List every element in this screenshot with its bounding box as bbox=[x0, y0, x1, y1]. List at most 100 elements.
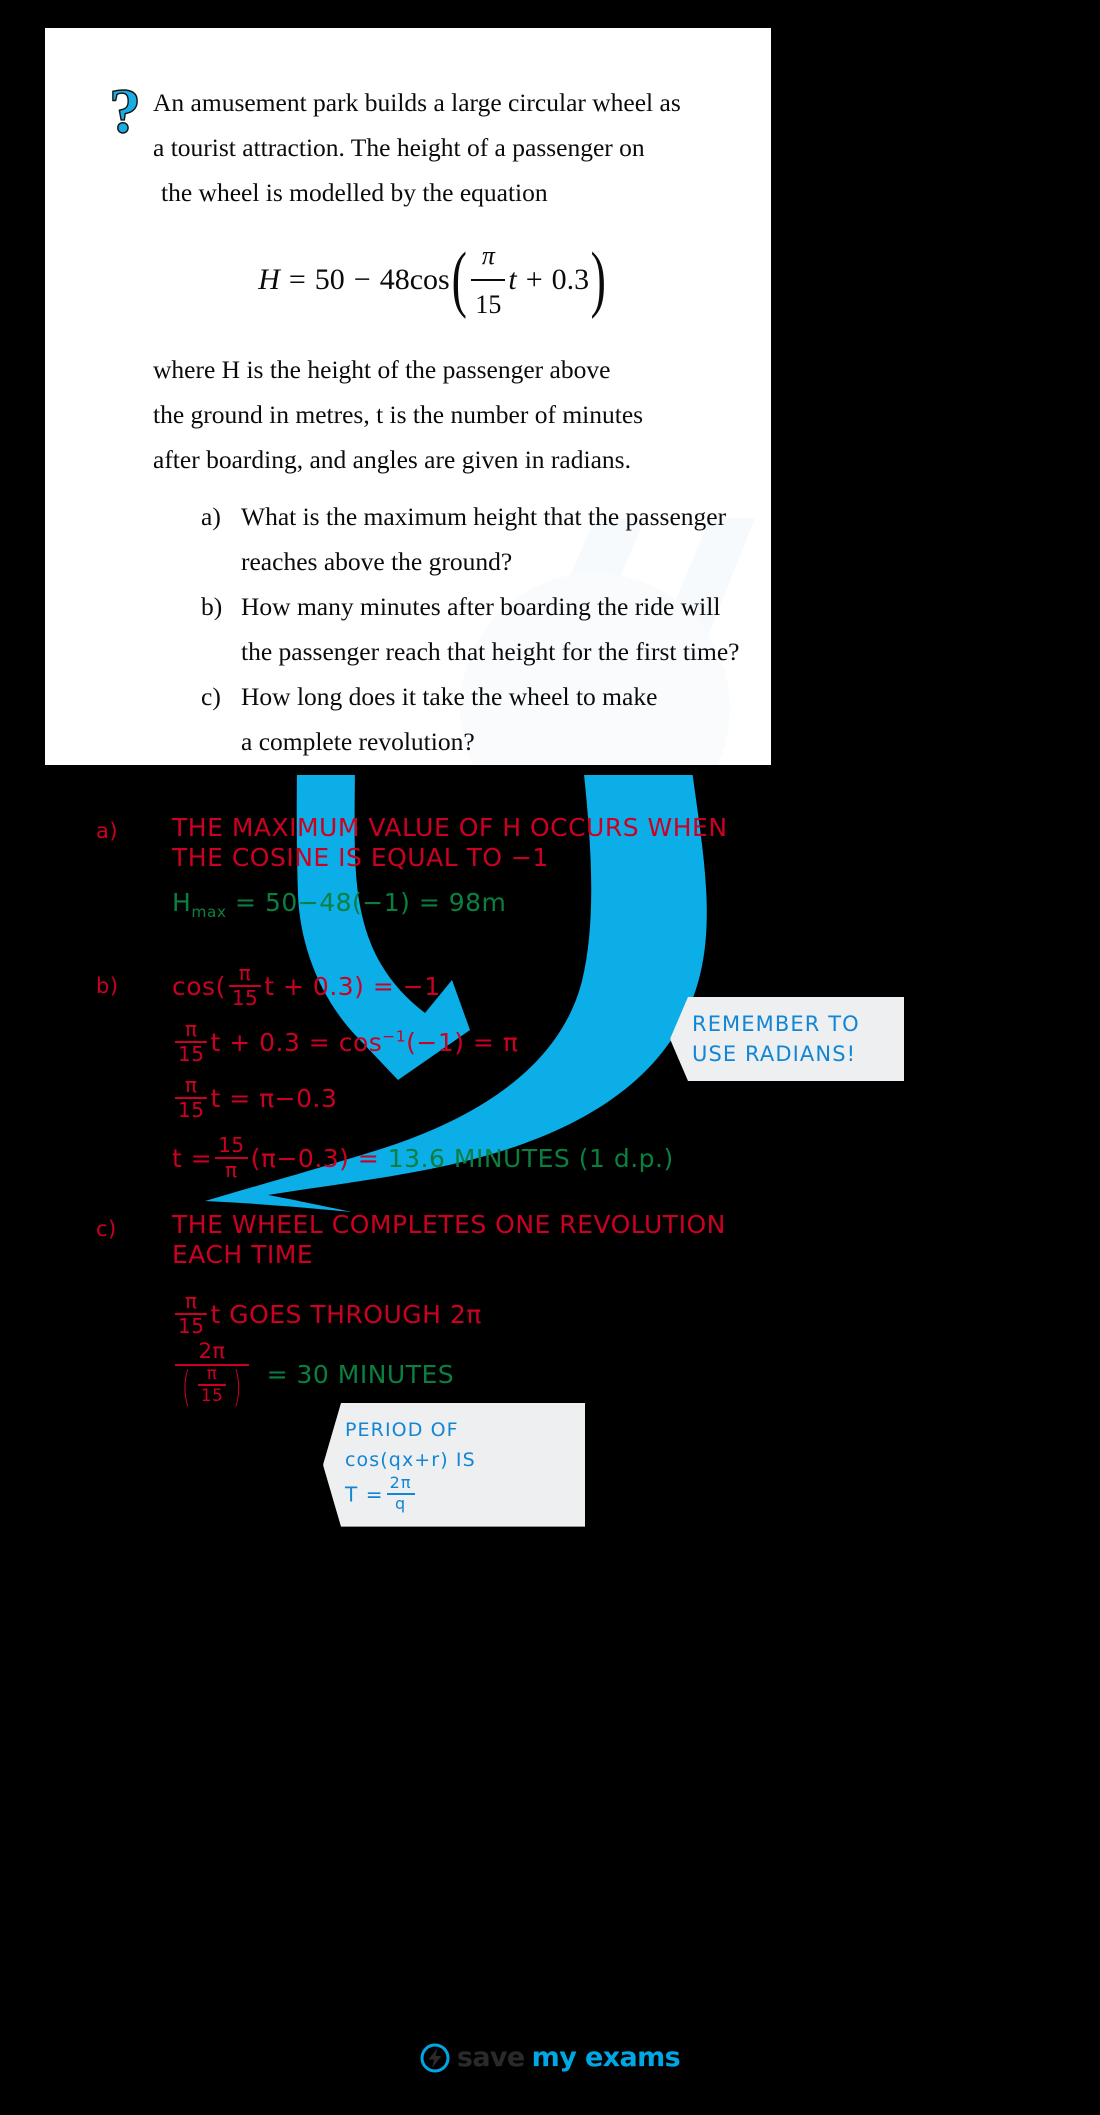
part-b-text: How many minutes after boarding the ride… bbox=[241, 584, 753, 674]
question-line-4: where H is the height of the passenger a… bbox=[153, 354, 611, 384]
part-b-label: b) bbox=[201, 591, 223, 621]
part-b-line-1: How many minutes after boarding the ride… bbox=[241, 591, 721, 621]
lightning-bolt-icon bbox=[420, 2043, 450, 2072]
part-b-line-2: the passenger reach that height for the … bbox=[241, 636, 740, 666]
equation-coeff: 48cos bbox=[379, 263, 450, 297]
question-line-5: the ground in metres, t is the number of… bbox=[153, 399, 644, 429]
part-a-text: What is the maximum height that the pass… bbox=[241, 494, 753, 584]
note-period-line-2: T = 2π q bbox=[345, 1473, 569, 1515]
equation-frac-denominator: 15 bbox=[475, 289, 502, 319]
answer-a-result-sub: max bbox=[191, 903, 227, 921]
answer-b-step-2: π 15 t + 0.3 = cos−1(−1) = π bbox=[172, 1017, 519, 1067]
answer-b-step4-post: (π−0.3) = bbox=[250, 1143, 380, 1173]
tag-hole-icon-2 bbox=[323, 1460, 324, 1470]
answer-a-result-eq: = 50−48(−1) = bbox=[235, 888, 441, 917]
question-line-1: An amusement park builds a large circula… bbox=[153, 88, 681, 117]
answer-c-label: c) bbox=[96, 1217, 117, 1241]
answer-b-step1-pre: cos( bbox=[172, 971, 226, 1001]
answer-b-step1-post: t + 0.3) = −1 bbox=[264, 971, 441, 1001]
question-line-6: after boarding, and angles are given in … bbox=[153, 444, 631, 474]
answer-a-result: Hmax = 50−48(−1) = 98m bbox=[172, 888, 506, 921]
question-part-c: c) How long does it take the wheel to ma… bbox=[201, 674, 753, 764]
question-part-a: a) What is the maximum height that the p… bbox=[201, 494, 753, 584]
part-c-text: How long does it take the wheel to make … bbox=[241, 674, 753, 764]
part-a-label: a) bbox=[201, 501, 221, 531]
equation-variable: t bbox=[508, 263, 517, 297]
answer-b-step-3: π 15 t = π−0.3 bbox=[172, 1073, 338, 1123]
answer-b-step4-fraction: 15 π bbox=[215, 1133, 248, 1181]
part-c-line-1: How long does it take the wheel to make bbox=[241, 681, 658, 711]
answer-c-step2-num: 2π bbox=[198, 1339, 226, 1363]
part-c-line-2: a complete revolution? bbox=[241, 726, 475, 756]
answer-b-step3-den: 15 bbox=[178, 1098, 205, 1123]
note-radians-line-2: USE RADIANS! bbox=[692, 1042, 857, 1066]
question-parts: a) What is the maximum height that the p… bbox=[153, 494, 753, 764]
answer-b-label: b) bbox=[96, 974, 119, 998]
answer-c-inner-fraction: π 15 bbox=[197, 1363, 227, 1406]
page-root: ? An amusement park builds a large circu… bbox=[0, 0, 1100, 2115]
answer-c-step-2: 2π ( π 15 ) = 30 MINUTES bbox=[172, 1339, 454, 1409]
equation-minus: − bbox=[353, 263, 371, 297]
answer-c-line-1: THE WHEEL COMPLETES ONE REVOLUTION bbox=[172, 1210, 726, 1239]
answer-b-step-1: cos(π 15 t + 0.3) = −1 bbox=[172, 961, 441, 1011]
logo-word-save: save bbox=[456, 2042, 525, 2073]
equation-phase: 0.3 bbox=[551, 263, 590, 297]
answer-b-step2-num: π bbox=[184, 1017, 198, 1041]
note-period: PERIOD OF cos(qx+r) IS T = 2π q bbox=[323, 1403, 585, 1527]
answer-c-step1-fraction: π 15 bbox=[175, 1291, 208, 1339]
equation-lhs: H bbox=[258, 263, 280, 297]
save-my-exams-logo: save my exams bbox=[0, 2042, 1100, 2073]
answer-b-step1-num: π bbox=[238, 961, 252, 985]
answer-b-step3-post: t = π−0.3 bbox=[210, 1083, 338, 1113]
question-card: ? An amusement park builds a large circu… bbox=[45, 28, 771, 765]
answer-a-result-lhs: H bbox=[172, 888, 192, 917]
answer-b-step2-sup: −1 bbox=[382, 1027, 407, 1046]
svg-text:?: ? bbox=[109, 78, 141, 146]
height-equation: H = 50 − 48cos ( π 15 t + 0.3) bbox=[113, 233, 753, 327]
answer-a-line-2: THE COSINE IS EQUAL TO −1 bbox=[172, 843, 549, 872]
answer-b-step4-pre: t = bbox=[172, 1143, 213, 1173]
answer-c-step1-den: 15 bbox=[178, 1314, 205, 1339]
answer-b-step3-fraction: π 15 bbox=[175, 1073, 208, 1123]
answer-c-step1-post: t GOES THROUGH 2π bbox=[210, 1299, 482, 1329]
question-part-b: b) How many minutes after boarding the r… bbox=[201, 584, 753, 674]
tag-hole-icon bbox=[670, 1034, 671, 1044]
equation-const: 50 bbox=[314, 263, 345, 297]
part-a-line-2: reaches above the ground? bbox=[241, 546, 513, 576]
answer-c-inner-num: π bbox=[206, 1363, 218, 1384]
equation-fraction: π 15 bbox=[471, 233, 506, 327]
equation-frac-numerator: π bbox=[481, 241, 495, 270]
logo-word-myexams: my exams bbox=[531, 2042, 681, 2073]
answer-a-label: a) bbox=[96, 819, 119, 843]
answer-b-step1-fraction: π 15 bbox=[228, 961, 262, 1011]
answer-b-step2-post: t + 0.3 = cos bbox=[210, 1027, 383, 1057]
answer-c-inner-den: 15 bbox=[200, 1385, 224, 1406]
note-period-line-1: PERIOD OF cos(qx+r) IS bbox=[345, 1419, 476, 1471]
part-c-label: c) bbox=[201, 681, 221, 711]
equation-close-paren: ) bbox=[590, 237, 607, 320]
answer-c-line-2: EACH TIME bbox=[172, 1240, 314, 1269]
note-period-fraction: 2π q bbox=[386, 1473, 415, 1514]
answer-b-step2-tail: (−1) = π bbox=[406, 1027, 519, 1057]
part-a-line-1: What is the maximum height that the pass… bbox=[241, 501, 727, 531]
note-radians: REMEMBER TO USE RADIANS! bbox=[670, 997, 904, 1081]
answer-b-step4-num: 15 bbox=[218, 1133, 245, 1157]
answer-b-step2-fraction: π 15 bbox=[175, 1017, 208, 1067]
note-period-num: 2π bbox=[389, 1473, 412, 1492]
note-radians-line-1: REMEMBER TO bbox=[692, 1012, 860, 1036]
answer-a-result-value: 98m bbox=[448, 888, 507, 917]
answer-a-line-1: THE MAXIMUM VALUE OF H OCCURS WHEN bbox=[172, 813, 728, 842]
answer-c-step2-denominator: ( π 15 ) bbox=[175, 1363, 249, 1407]
note-period-lhs: T = bbox=[345, 1482, 384, 1507]
question-text: An amusement park builds a large circula… bbox=[153, 80, 753, 764]
answer-c-step-1: π 15 t GOES THROUGH 2π bbox=[172, 1291, 482, 1339]
answer-b-step1-den: 15 bbox=[231, 986, 259, 1011]
equation-plus: + bbox=[525, 263, 543, 297]
question-line-2: a tourist attraction. The height of a pa… bbox=[153, 133, 645, 162]
answer-b-step3-num: π bbox=[184, 1073, 198, 1097]
answer-b-step2-den: 15 bbox=[178, 1042, 205, 1067]
question-mark-icon: ? bbox=[108, 78, 141, 147]
answer-area: a) THE MAXIMUM VALUE OF H OCCURS WHEN TH… bbox=[0, 775, 1100, 2035]
answer-b-step4-value: 13.6 MINUTES (1 d.p.) bbox=[387, 1143, 674, 1173]
note-period-den: q bbox=[395, 1494, 407, 1514]
